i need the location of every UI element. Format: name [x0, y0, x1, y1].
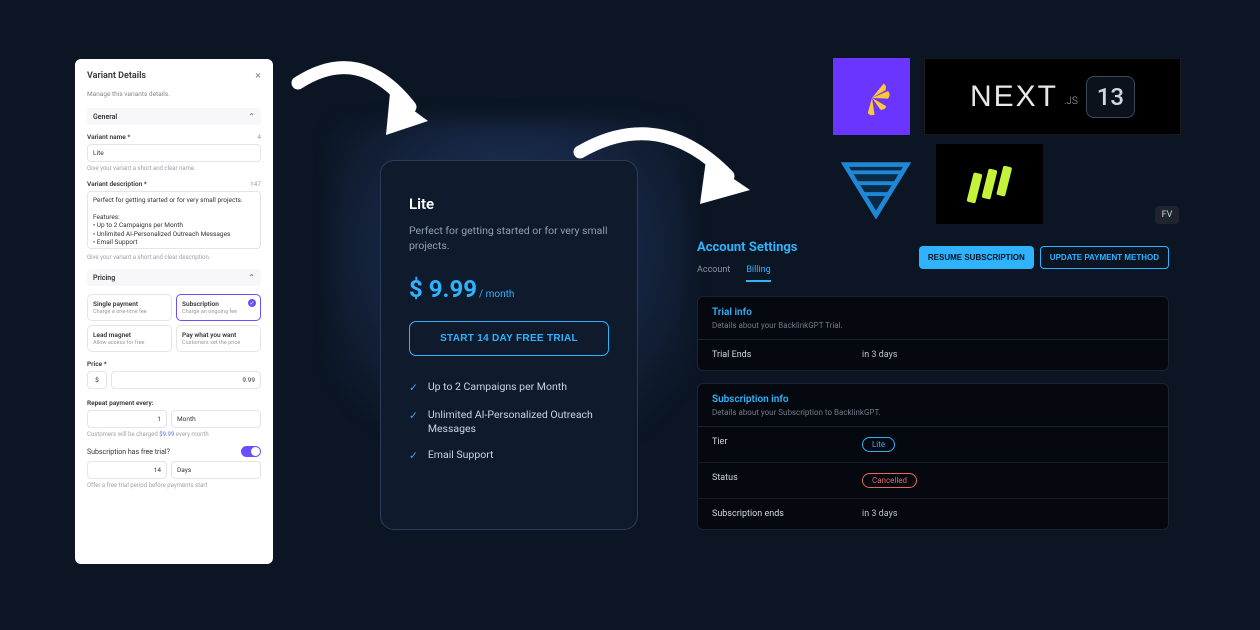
- trial-info-card: Trial info Details about your BacklinkGP…: [697, 296, 1169, 371]
- arrow-icon: [290, 55, 448, 165]
- price-input[interactable]: [111, 371, 261, 389]
- subscription-ends-value: in 3 days: [862, 509, 898, 519]
- variant-desc-count: 147: [250, 180, 261, 188]
- pricing-price: $ 9.99/ month: [409, 275, 609, 303]
- subscription-ends-label: Subscription ends: [712, 509, 862, 519]
- bars-logo: [936, 144, 1043, 224]
- feature-item: ✓Unlimited AI-Personalized Outreach Mess…: [409, 408, 609, 436]
- repeat-unit-select[interactable]: Month: [171, 410, 261, 428]
- tab-billing[interactable]: Billing: [746, 265, 770, 282]
- tab-account[interactable]: Account: [697, 265, 730, 282]
- section-pricing-label: Pricing: [93, 274, 115, 282]
- check-icon: ✓: [409, 449, 418, 463]
- repeat-interval-input[interactable]: [87, 410, 167, 428]
- pricing-option-sub: Allow access for free: [93, 340, 166, 346]
- tier-row: Tier Lite: [698, 427, 1168, 463]
- nextjs-suffix: .JS: [1064, 96, 1078, 107]
- account-settings-panel: Account Settings RESUME SUBSCRIPTION UPD…: [697, 240, 1169, 572]
- pricing-option-single[interactable]: Single payment Charge a one-time fee: [87, 294, 172, 321]
- status-pill: Cancelled: [862, 473, 917, 488]
- trial-hint: Offer a free trial period before payment…: [87, 482, 261, 489]
- update-payment-method-button[interactable]: UPDATE PAYMENT METHOD: [1040, 246, 1169, 269]
- variant-desc-input[interactable]: Perfect for getting started or for very …: [87, 191, 261, 249]
- variant-name-input[interactable]: [87, 144, 261, 162]
- subscription-info-title: Subscription info: [712, 394, 1154, 405]
- variant-name-label: Variant name *: [87, 133, 130, 141]
- start-trial-button[interactable]: START 14 DAY FREE TRIAL: [409, 321, 609, 356]
- section-general-label: General: [93, 113, 117, 121]
- close-icon[interactable]: ×: [255, 69, 261, 82]
- arrow-icon: [570, 120, 770, 230]
- feature-item: ✓Email Support: [409, 448, 609, 463]
- nextjs-wordmark: NEXT: [970, 80, 1058, 114]
- pricing-option-pwyw[interactable]: Pay what you want Customers set the pric…: [176, 325, 261, 352]
- pricing-option-lead-magnet[interactable]: Lead magnet Allow access for free: [87, 325, 172, 352]
- trial-days-input[interactable]: [87, 461, 167, 479]
- tier-pill: Lite: [862, 437, 895, 452]
- pricing-option-title: Pay what you want: [182, 331, 255, 339]
- trial-info-title: Trial info: [712, 307, 1154, 318]
- chevron-up-icon: ⌃: [248, 273, 255, 282]
- section-pricing[interactable]: Pricing ⌃: [87, 269, 261, 286]
- variant-desc-label: Variant description *: [87, 180, 147, 188]
- check-icon: ✓: [409, 381, 418, 395]
- fv-badge: FV: [1155, 206, 1179, 224]
- nextjs-logo: NEXT .JS 13: [924, 58, 1181, 135]
- trial-toggle[interactable]: [241, 446, 261, 457]
- feature-item: ✓Up to 2 Campaigns per Month: [409, 380, 609, 395]
- status-row: Status Cancelled: [698, 463, 1168, 499]
- resume-subscription-button[interactable]: RESUME SUBSCRIPTION: [919, 246, 1034, 269]
- variant-name-count: 4: [257, 133, 261, 141]
- trial-ends-label: Trial Ends: [712, 350, 862, 360]
- trial-ends-value: in 3 days: [862, 350, 898, 360]
- trial-info-sub: Details about your BacklinkGPT Trial.: [712, 321, 1154, 330]
- pricing-option-sub: Charge an ongoing fee: [182, 309, 255, 315]
- nextjs-version-badge: 13: [1086, 76, 1135, 118]
- pricing-option-title: Single payment: [93, 300, 166, 308]
- lemon-squeezy-logo: [833, 58, 910, 135]
- check-icon: ✓: [409, 409, 418, 436]
- trial-unit-select[interactable]: Days: [171, 461, 261, 479]
- variant-name-hint: Give your variant a short and clear name…: [87, 165, 261, 172]
- tier-label: Tier: [712, 437, 862, 452]
- variant-desc-hint: Give your variant a short and clear desc…: [87, 254, 261, 261]
- pricing-type-grid: Single payment Charge a one-time fee Sub…: [87, 294, 261, 352]
- status-label: Status: [712, 473, 862, 488]
- price-label: Price *: [87, 360, 107, 368]
- variant-details-panel: Variant Details × Manage this variants d…: [75, 59, 273, 564]
- gem-logo: [833, 144, 919, 224]
- subscription-info-card: Subscription info Details about your Sub…: [697, 383, 1169, 530]
- trial-toggle-label: Subscription has free trial?: [87, 448, 170, 456]
- section-general[interactable]: General ⌃: [87, 108, 261, 125]
- pricing-option-title: Subscription: [182, 300, 255, 308]
- pricing-option-title: Lead magnet: [93, 331, 166, 339]
- chevron-up-icon: ⌃: [248, 112, 255, 121]
- repeat-label: Repeat payment every:: [87, 399, 154, 407]
- currency-input[interactable]: [87, 371, 107, 389]
- pricing-option-sub: Customers set the price: [182, 340, 255, 346]
- pricing-option-sub: Charge a one-time fee: [93, 309, 166, 315]
- pricing-option-subscription[interactable]: Subscription Charge an ongoing fee ✓: [176, 294, 261, 321]
- trial-ends-row: Trial Ends in 3 days: [698, 340, 1168, 370]
- panel-subtitle: Manage this variants details.: [87, 90, 261, 98]
- panel-title: Variant Details: [87, 71, 146, 81]
- subscription-ends-row: Subscription ends in 3 days: [698, 499, 1168, 529]
- subscription-info-sub: Details about your Subscription to Backl…: [712, 408, 1154, 417]
- check-icon: ✓: [248, 299, 256, 307]
- repeat-hint: Customers will be charged $9.99 every mo…: [87, 431, 261, 438]
